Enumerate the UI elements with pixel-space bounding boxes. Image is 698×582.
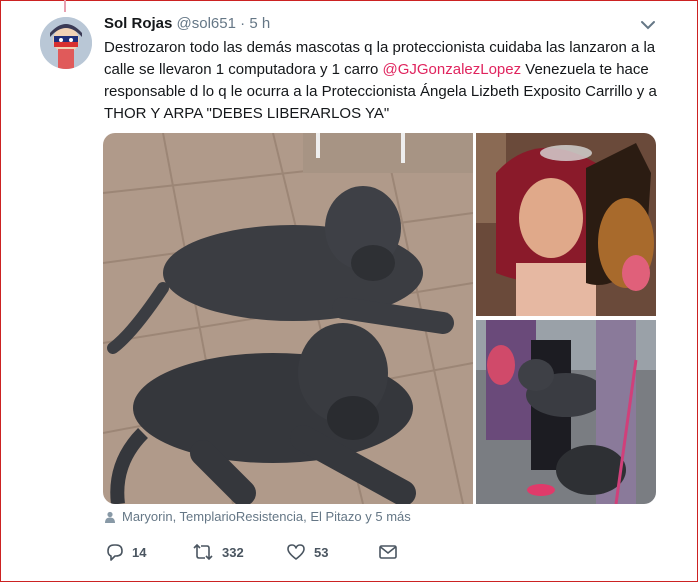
timestamp[interactable]: 5 h	[249, 15, 270, 32]
chevron-down-icon[interactable]	[640, 18, 656, 30]
like-button[interactable]: 53	[286, 543, 378, 561]
mention-link[interactable]: @GJGonzalezLopez	[382, 61, 521, 78]
like-count: 53	[314, 544, 329, 560]
photo-street-dogs[interactable]	[476, 320, 656, 504]
tweet-header: Sol Rojas @sol651 · 5 h	[104, 14, 270, 34]
retweet-icon	[193, 543, 213, 561]
reply-count: 14	[132, 544, 147, 560]
photo-two-dogs[interactable]	[103, 133, 473, 504]
thread-line	[64, 0, 66, 12]
heart-icon	[287, 544, 305, 560]
photo-woman-with-dog[interactable]	[476, 133, 656, 316]
user-handle[interactable]: @sol651	[177, 15, 236, 32]
avatar[interactable]	[40, 17, 92, 69]
reply-button[interactable]: 14	[104, 542, 192, 562]
action-bar: 14 332 53	[104, 540, 398, 564]
direct-message-button[interactable]	[378, 544, 398, 560]
display-name[interactable]: Sol Rojas	[104, 15, 172, 32]
separator-dot: ·	[240, 15, 246, 32]
tagged-people[interactable]: Maryorin, TemplarioResistencia, El Pitaz…	[104, 509, 411, 524]
envelope-icon	[379, 545, 397, 559]
retweet-count: 332	[222, 544, 244, 560]
reply-icon	[107, 544, 123, 561]
tagged-people-text: Maryorin, TemplarioResistencia, El Pitaz…	[122, 509, 411, 524]
media-grid	[103, 133, 656, 504]
tweet-text: Destrozaron todo las demás mascotas q la…	[104, 37, 664, 125]
retweet-button[interactable]: 332	[192, 542, 286, 562]
person-icon	[105, 511, 115, 523]
